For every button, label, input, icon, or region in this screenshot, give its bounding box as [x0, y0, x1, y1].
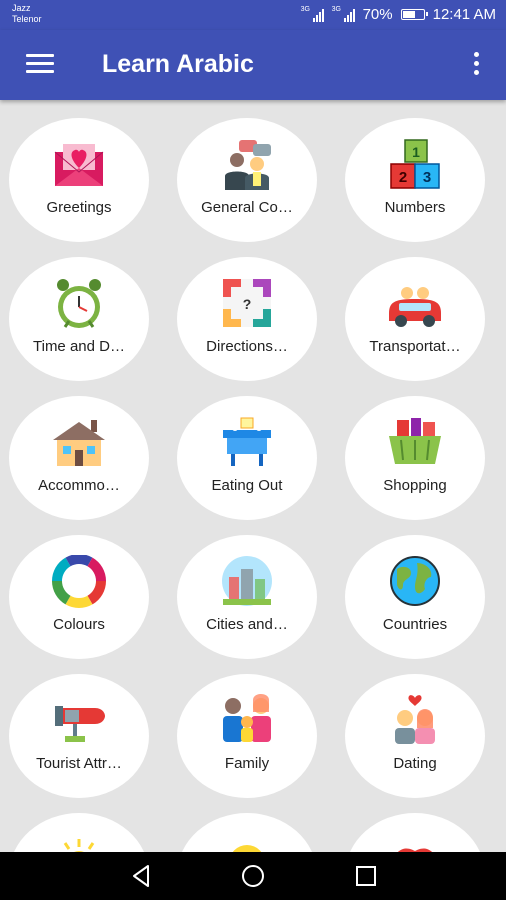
carrier-2: Telenor [12, 14, 42, 24]
category-numbers[interactable]: 1 2 3 Numbers [345, 118, 485, 242]
category-label: Eating Out [211, 477, 283, 494]
category-partial-1[interactable] [9, 813, 149, 852]
category-label: Directions… [206, 338, 288, 355]
carrier-names: Jazz Telenor [12, 3, 42, 25]
category-label: Transportat… [369, 338, 461, 355]
category-label: Dating [393, 755, 437, 772]
category-general-conversation[interactable]: General Co… [177, 118, 317, 242]
category-label: Cities and… [206, 616, 288, 633]
category-dating[interactable]: Dating [345, 674, 485, 798]
carrier-1: Jazz [12, 3, 31, 13]
city-icon [222, 556, 272, 606]
category-colours[interactable]: Colours [9, 535, 149, 659]
lips-icon [397, 848, 433, 852]
sun-icon [63, 839, 95, 852]
svg-text:1: 1 [412, 144, 420, 160]
battery-percent: 70% [362, 6, 393, 23]
clock: 12:41 AM [432, 6, 496, 23]
category-countries[interactable]: Countries [345, 535, 485, 659]
family-icon [223, 694, 271, 742]
category-label: Countries [382, 616, 448, 633]
rocket-icon [55, 706, 105, 742]
svg-text:3: 3 [423, 169, 431, 186]
category-grid: Greetings General Co… 1 2 3 Numbers Time… [0, 100, 506, 852]
category-family[interactable]: Family [177, 674, 317, 798]
category-shopping[interactable]: Shopping [345, 396, 485, 520]
category-greetings[interactable]: Greetings [9, 118, 149, 242]
category-transportation[interactable]: Transportat… [345, 257, 485, 381]
car-icon [389, 287, 441, 327]
home-circle-icon[interactable] [240, 863, 266, 889]
shopping-basket-icon [389, 418, 441, 464]
directions-icon: ? [223, 279, 271, 327]
category-label: General Co… [201, 199, 293, 216]
envelope-heart-icon [54, 144, 104, 186]
category-label: Greetings [46, 199, 112, 216]
house-icon [53, 420, 105, 466]
recents-square-icon[interactable] [353, 863, 379, 889]
category-partial-2[interactable] [177, 813, 317, 852]
category-label: Numbers [384, 199, 446, 216]
hamburger-menu-icon[interactable] [26, 54, 54, 76]
status-bar: Jazz Telenor 3G 3G 70% 12:41 AM [0, 0, 506, 30]
sim-2-tag: 3G [331, 5, 341, 13]
more-vert-icon[interactable] [472, 52, 480, 78]
category-time-and-date[interactable]: Time and D… [9, 257, 149, 381]
system-navigation-bar [0, 852, 506, 900]
category-eating-out[interactable]: Eating Out [177, 396, 317, 520]
globe-icon [390, 556, 440, 606]
back-triangle-icon[interactable] [128, 863, 154, 889]
category-cities-and-towns[interactable]: Cities and… [177, 535, 317, 659]
battery-icon [400, 9, 428, 20]
category-label: Tourist Attr… [36, 755, 122, 772]
category-label: Time and D… [33, 338, 125, 355]
sim-1-tag: 3G [300, 5, 310, 13]
app-bar: Learn Arabic [0, 30, 506, 100]
status-icons: 3G 3G 70% 12:41 AM [300, 5, 496, 24]
svg-text:?: ? [243, 296, 252, 312]
smiley-icon [232, 845, 262, 852]
signal-2-icon: 3G [331, 5, 355, 22]
category-label: Accommo… [38, 477, 120, 494]
number-blocks-icon: 1 2 3 [390, 139, 440, 189]
category-label: Shopping [383, 477, 447, 494]
signal-1-icon: 3G [300, 5, 324, 22]
category-accommodation[interactable]: Accommo… [9, 396, 149, 520]
category-label: Family [224, 755, 270, 772]
conversation-icon [225, 140, 271, 190]
page-title: Learn Arabic [102, 50, 254, 78]
category-label: Colours [53, 616, 105, 633]
category-directions[interactable]: ? Directions… [177, 257, 317, 381]
category-partial-3[interactable] [345, 813, 485, 852]
svg-text:2: 2 [399, 169, 407, 186]
alarm-clock-icon [57, 279, 101, 328]
dining-table-icon [223, 417, 271, 466]
color-wheel-icon [52, 555, 106, 608]
category-tourist-attractions[interactable]: Tourist Attr… [9, 674, 149, 798]
couple-icon [395, 695, 435, 744]
